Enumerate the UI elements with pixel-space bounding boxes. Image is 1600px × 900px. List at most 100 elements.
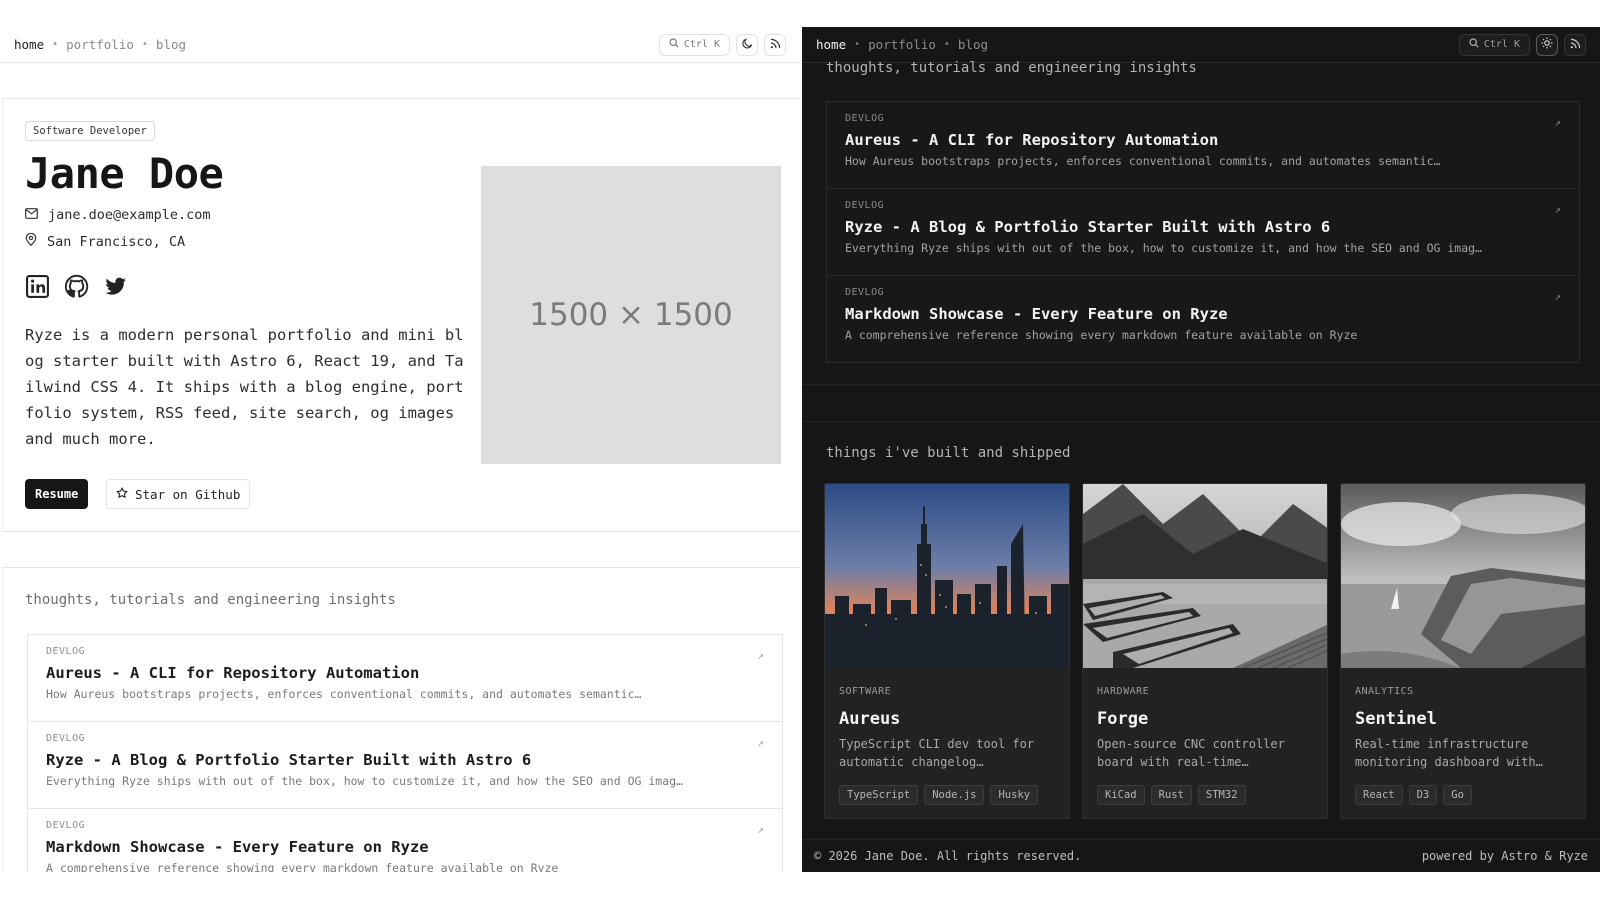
project-tag: D3	[1408, 785, 1438, 805]
search-button[interactable]: Ctrl K	[1458, 33, 1530, 56]
post-category: DEVLOG	[46, 820, 86, 831]
project-title[interactable]: Aureus	[839, 709, 1055, 729]
post-title[interactable]: Ryze - A Blog & Portfolio Starter Built …	[845, 218, 1561, 236]
post-description: A comprehensive reference showing every …	[46, 861, 559, 872]
rss-button[interactable]	[764, 33, 786, 56]
project-tag: TypeScript	[839, 785, 919, 805]
project-card[interactable]: SOFTWARE Aureus TypeScript CLI dev tool …	[824, 483, 1070, 819]
project-tag: STM32	[1197, 785, 1246, 805]
project-tag: KiCad	[1097, 785, 1145, 805]
footer-powered-by[interactable]: powered by Astro & Ryze	[1422, 849, 1588, 863]
post-item[interactable]: DEVLOG Aureus - A CLI for Repository Aut…	[827, 102, 1579, 189]
blog-section: thoughts, tutorials and engineering insi…	[2, 567, 800, 872]
theme-toggle-button[interactable]	[736, 33, 758, 56]
post-category: DEVLOG	[845, 113, 885, 124]
project-title[interactable]: Sentinel	[1355, 709, 1571, 729]
nav-portfolio-link[interactable]: portfolio	[66, 37, 134, 52]
project-card[interactable]: ANALYTICS Sentinel Real-time infrastruct…	[1340, 483, 1586, 819]
project-title[interactable]: Forge	[1097, 709, 1313, 729]
post-item[interactable]: DEVLOG Ryze - A Blog & Portfolio Starter…	[827, 189, 1579, 276]
post-title[interactable]: Aureus - A CLI for Repository Automation	[845, 131, 1561, 149]
blog-section-title: thoughts, tutorials and engineering insi…	[826, 60, 1197, 76]
post-description: Everything Ryze ships with out of the bo…	[845, 241, 1482, 255]
profile-name: Jane Doe	[25, 149, 224, 198]
project-tag: Rust	[1150, 785, 1192, 805]
post-item[interactable]: DEVLOG Markdown Showcase - Every Feature…	[827, 276, 1579, 363]
project-tag: Node.js	[924, 785, 985, 805]
rss-button[interactable]	[1564, 33, 1586, 56]
project-card[interactable]: HARDWARE Forge Open-source CNC controlle…	[1082, 483, 1328, 819]
nav-separator: •	[52, 39, 59, 50]
post-title[interactable]: Ryze - A Blog & Portfolio Starter Built …	[46, 751, 764, 769]
post-category: DEVLOG	[46, 733, 86, 744]
social-links	[25, 274, 128, 299]
project-tag: Husky	[990, 785, 1039, 805]
project-card-body: HARDWARE Forge Open-source CNC controlle…	[1083, 668, 1327, 805]
project-card-body: SOFTWARE Aureus TypeScript CLI dev tool …	[825, 668, 1069, 805]
role-badge: Software Developer	[25, 121, 155, 141]
star-icon	[116, 486, 128, 502]
project-image-lake	[1083, 484, 1327, 668]
post-item[interactable]: DEVLOG Ryze - A Blog & Portfolio Starter…	[28, 722, 782, 809]
top-nav: home • portfolio • blog Ctrl K	[0, 27, 800, 63]
sun-icon	[1541, 37, 1553, 52]
theme-toggle-button[interactable]	[1536, 33, 1558, 56]
post-item[interactable]: DEVLOG Aureus - A CLI for Repository Aut…	[28, 635, 782, 722]
light-theme-view: home • portfolio • blog Ctrl K Software …	[0, 0, 800, 872]
bio-text: Ryze is a modern personal portfolio and …	[25, 326, 464, 448]
project-tag: React	[1355, 785, 1403, 805]
resume-button[interactable]: Resume	[25, 479, 89, 509]
search-button[interactable]: Ctrl K	[658, 33, 730, 56]
post-category: DEVLOG	[46, 646, 86, 657]
star-label: Star on Github	[135, 486, 241, 502]
profile-image-placeholder: 1500 × 1500	[481, 166, 781, 464]
post-list: DEVLOG Aureus - A CLI for Repository Aut…	[826, 101, 1580, 363]
footer-copyright: © 2026 Jane Doe. All rights reserved.	[814, 849, 1082, 863]
nav-separator: •	[854, 39, 861, 50]
project-tags: TypeScript Node.js Husky	[839, 785, 1055, 805]
github-icon[interactable]	[64, 274, 89, 299]
project-category: ANALYTICS	[1355, 686, 1414, 697]
project-cards: SOFTWARE Aureus TypeScript CLI dev tool …	[824, 483, 1586, 819]
moon-icon	[741, 37, 753, 52]
project-tags: React D3 Go	[1355, 785, 1571, 805]
linkedin-icon[interactable]	[25, 274, 50, 299]
mail-icon	[25, 207, 38, 223]
post-item[interactable]: DEVLOG Markdown Showcase - Every Feature…	[28, 809, 782, 872]
dark-theme-view: home • portfolio • blog Ctrl K thoughts,…	[802, 27, 1600, 872]
post-description: Everything Ryze ships with out of the bo…	[46, 774, 683, 788]
external-link-icon: ↗	[1554, 116, 1561, 129]
nav-blog-link[interactable]: blog	[156, 37, 186, 52]
section-divider	[802, 421, 1600, 422]
post-category: DEVLOG	[845, 287, 885, 298]
blog-section-title: thoughts, tutorials and engineering insi…	[25, 592, 396, 608]
search-shortcut: Ctrl K	[683, 39, 720, 50]
nav-separator: •	[943, 39, 950, 50]
search-icon	[1469, 38, 1479, 51]
post-category: DEVLOG	[845, 200, 885, 211]
project-category: SOFTWARE	[839, 686, 892, 697]
site-footer: © 2026 Jane Doe. All rights reserved. po…	[802, 839, 1600, 872]
project-category: HARDWARE	[1097, 686, 1150, 697]
nav-actions: Ctrl K	[1458, 33, 1586, 56]
nav-home-link[interactable]: home	[816, 37, 846, 52]
email-text[interactable]: jane.doe@example.com	[48, 207, 211, 223]
top-nav: home • portfolio • blog Ctrl K	[802, 27, 1600, 63]
star-github-button[interactable]: Star on Github	[106, 479, 251, 509]
post-description: How Aureus bootstraps projects, enforces…	[46, 687, 642, 701]
project-image-city	[825, 484, 1069, 668]
nav-separator: •	[141, 39, 148, 50]
external-link-icon: ↗	[757, 823, 764, 836]
email-row[interactable]: jane.doe@example.com	[25, 207, 211, 223]
twitter-icon[interactable]	[103, 274, 128, 299]
nav-home-link[interactable]: home	[14, 37, 44, 52]
breadcrumb: home • portfolio • blog	[14, 37, 186, 52]
post-title[interactable]: Aureus - A CLI for Repository Automation	[46, 664, 764, 682]
external-link-icon: ↗	[757, 649, 764, 662]
nav-actions: Ctrl K	[658, 33, 786, 56]
post-list: DEVLOG Aureus - A CLI for Repository Aut…	[27, 634, 783, 872]
post-title[interactable]: Markdown Showcase - Every Feature on Ryz…	[46, 838, 764, 856]
post-title[interactable]: Markdown Showcase - Every Feature on Ryz…	[845, 305, 1561, 323]
nav-portfolio-link[interactable]: portfolio	[868, 37, 936, 52]
nav-blog-link[interactable]: blog	[958, 37, 988, 52]
